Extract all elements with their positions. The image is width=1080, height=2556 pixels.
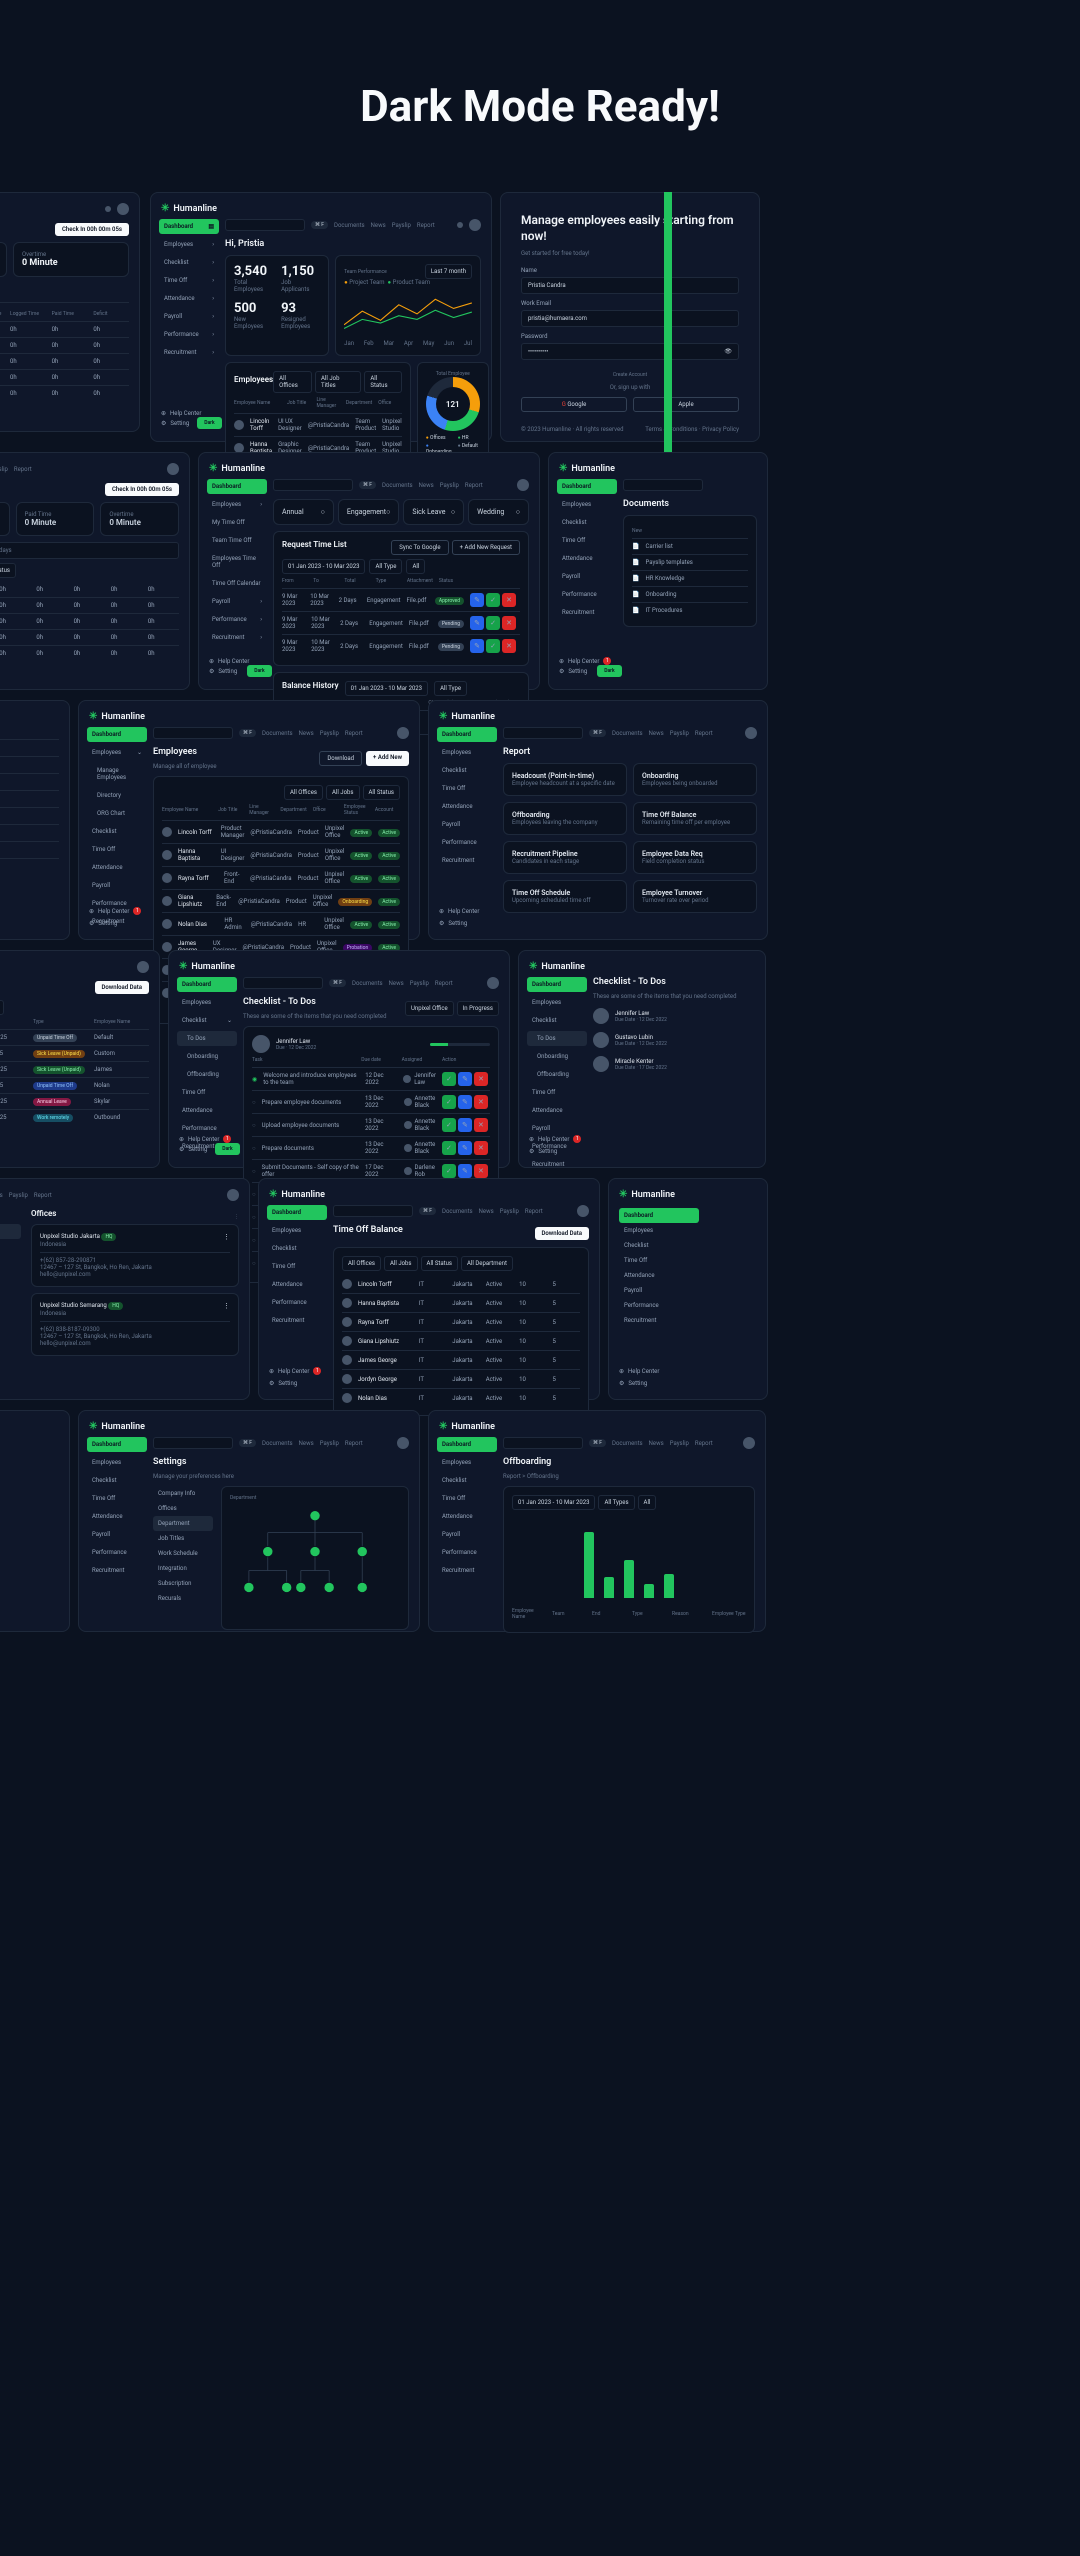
checklist-mini-card: ✳Humanline Dashboard Employees Checklist… <box>518 950 766 1168</box>
sidebar-only: ✳Humanline Dashboard Employees Checklist… <box>608 1178 768 1400</box>
email-input[interactable]: pristia@humaera.com <box>521 310 739 327</box>
offboarding-bar-chart <box>512 1518 746 1598</box>
org-chart <box>230 1501 400 1621</box>
eye-icon[interactable]: 👁 <box>724 348 732 355</box>
signup-card: Manage employees easily starting from no… <box>500 192 760 442</box>
donut-chart: 121 <box>426 377 480 431</box>
balance-card: ✳Humanline Dashboard Employees Checklist… <box>258 1178 600 1400</box>
settings-card: ✳Humanline Dashboard Employees Checklist… <box>78 1410 420 1632</box>
apple-button[interactable]: Apple <box>633 397 739 412</box>
logo-icon: ✳ <box>161 203 169 214</box>
team-performance-chart: Team PerformanceLast 7 month ● Project T… <box>335 255 481 356</box>
color-filter: Type Empty GreenBlueRedOrangeYellowPinkP… <box>0 700 70 940</box>
name-input[interactable]: Pristia Candra <box>521 277 739 294</box>
password-input[interactable]: ••••••••••👁 <box>521 343 739 360</box>
grid-icon[interactable] <box>457 222 463 228</box>
timeoff-card: ✳Humanline Dashboard Employees› My Time … <box>198 452 540 690</box>
search-input[interactable] <box>225 219 305 231</box>
offices-card: DocumentsNewsPayslipReport Company Info … <box>0 1178 250 1400</box>
attendance-wide: DocumentsNewsPayslipReport Check In 00h … <box>0 452 190 690</box>
checklist-card: ✳Humanline Dashboard Employees Checklist… <box>168 950 510 1168</box>
dashboard-card: ✳Humanline Dashboard▤ Employees› Checkli… <box>150 192 492 442</box>
offboarding-card: ✳Humanline Dashboard Employees Checklist… <box>428 1410 766 1632</box>
balance-mini: NewsPayslipReport Download Data All Stat… <box>0 950 160 1168</box>
checkin-button[interactable]: Check In 00h 00m 05s <box>55 223 129 236</box>
employees-card: ✳Humanline Dashboard Employees⌄ Manage E… <box>78 700 420 940</box>
report-card: ✳Humanline Dashboard Employees Checklist… <box>428 700 768 940</box>
greeting: Hi, Pristia <box>225 239 481 249</box>
import-fragment: Import Data <box>0 1410 70 1632</box>
page-headline: Dark Mode Ready! <box>0 0 1080 192</box>
sidebar-dashboard[interactable]: Dashboard▤ <box>159 219 219 234</box>
google-button[interactable]: G Google <box>521 397 627 412</box>
attendance-fragment: Report Check In 00h 00m 05s Paid Time0 M… <box>0 192 140 432</box>
create-account-button[interactable]: Create Account <box>613 372 647 378</box>
avatar[interactable] <box>469 219 481 231</box>
documents-card: ✳Humanline Dashboard Employees Checklist… <box>548 452 768 690</box>
